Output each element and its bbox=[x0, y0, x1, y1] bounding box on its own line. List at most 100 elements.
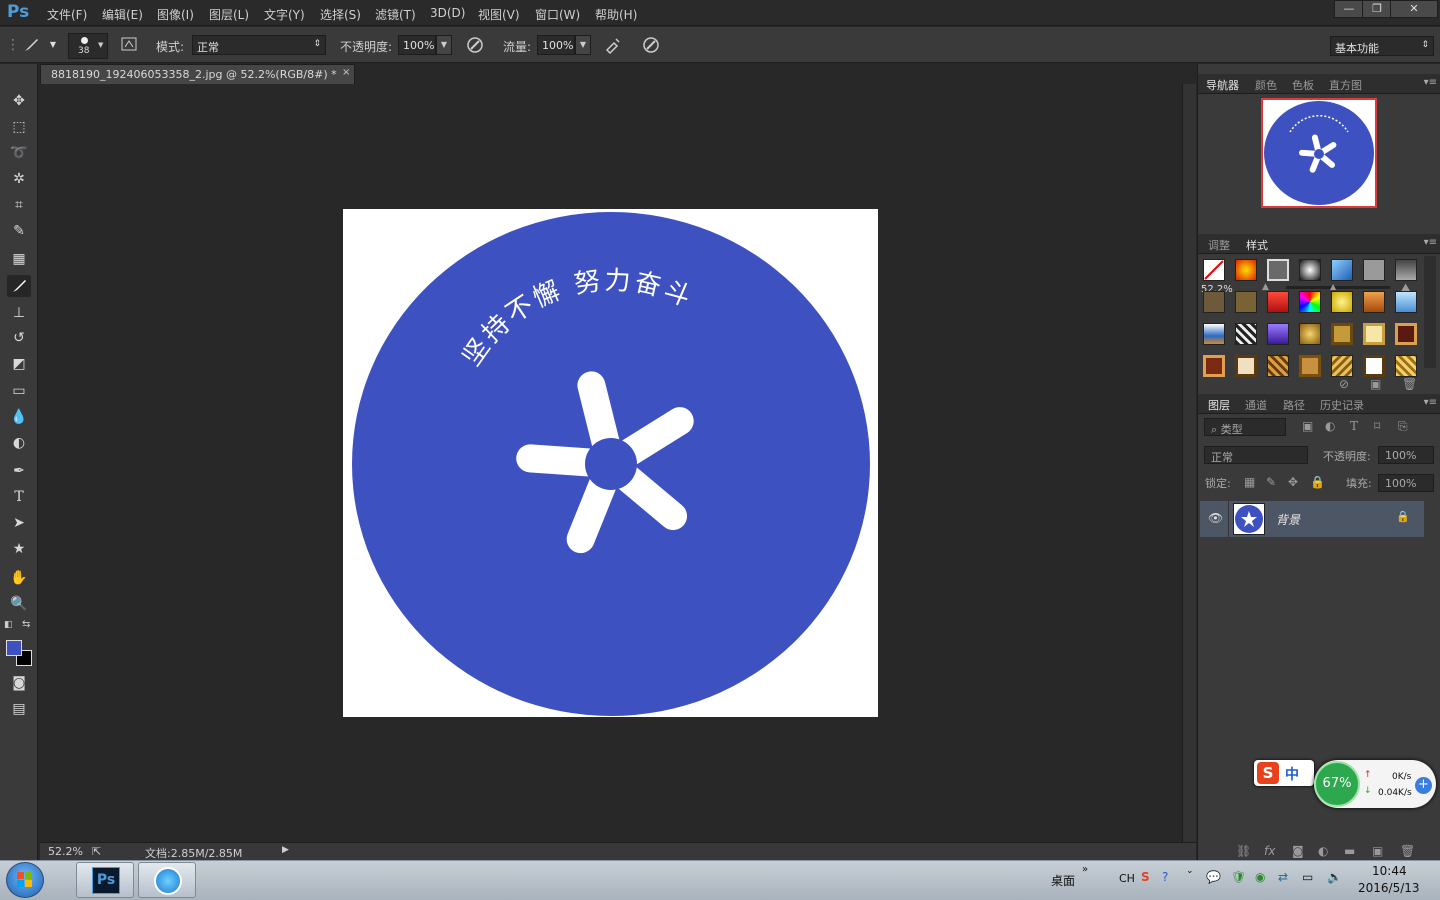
lock-transparency-icon[interactable]: ▦ bbox=[1244, 475, 1255, 489]
dodge-tool-icon[interactable]: ◐ bbox=[7, 432, 31, 454]
volume-tray-icon[interactable]: 🔈 bbox=[1327, 870, 1342, 884]
menu-window[interactable]: 窗口(W) bbox=[535, 6, 580, 23]
menu-file[interactable]: 文件(F) bbox=[47, 6, 87, 23]
type-tool-icon[interactable]: T bbox=[7, 486, 31, 508]
eyedropper-tool-icon[interactable]: ✎ bbox=[7, 220, 31, 242]
default-colors-icon[interactable]: ◧ bbox=[4, 620, 13, 630]
filter-smart-object-icon[interactable]: ⎘ bbox=[1398, 419, 1408, 434]
lock-position-icon[interactable]: ✥ bbox=[1288, 475, 1298, 489]
style-swatch[interactable] bbox=[1235, 291, 1257, 313]
style-swatch[interactable] bbox=[1363, 291, 1385, 313]
opacity-dropdown-icon[interactable]: ▼ bbox=[436, 35, 452, 55]
lock-pixels-icon[interactable]: ✎ bbox=[1266, 475, 1276, 489]
clone-stamp-tool-icon[interactable]: ⊥ bbox=[7, 302, 31, 324]
style-swatch[interactable] bbox=[1331, 259, 1353, 281]
style-swatch[interactable] bbox=[1203, 291, 1225, 313]
desktop-toolbar-label[interactable]: 桌面 bbox=[1051, 872, 1075, 889]
menu-edit[interactable]: 编辑(E) bbox=[102, 6, 143, 23]
layer-style-icon[interactable]: fx bbox=[1264, 844, 1275, 858]
document-image[interactable]: 坚持不懈 努力奋斗 bbox=[343, 209, 878, 717]
crop-tool-icon[interactable]: ⌗ bbox=[7, 194, 31, 216]
style-swatch[interactable] bbox=[1331, 355, 1353, 377]
brush-tool-icon[interactable] bbox=[22, 36, 40, 54]
network-tray-icon[interactable]: ⇄ bbox=[1278, 870, 1288, 884]
new-style-icon[interactable]: ▣ bbox=[1370, 377, 1381, 391]
blur-tool-icon[interactable]: 💧 bbox=[7, 406, 31, 428]
foreground-color-swatch[interactable] bbox=[6, 640, 22, 656]
navigator-thumbnail[interactable] bbox=[1261, 98, 1377, 208]
workspace-select[interactable]: 基本功能 ⇕ bbox=[1330, 36, 1434, 56]
style-swatch-none[interactable] bbox=[1203, 259, 1225, 281]
menu-3d[interactable]: 3D(D) bbox=[430, 6, 465, 20]
menu-image[interactable]: 图像(I) bbox=[157, 6, 194, 23]
menu-filter[interactable]: 滤镜(T) bbox=[375, 6, 416, 23]
tab-swatches[interactable]: 色板 bbox=[1292, 77, 1314, 93]
style-swatch[interactable] bbox=[1363, 355, 1385, 377]
add-mask-icon[interactable]: ◙ bbox=[1292, 844, 1304, 858]
zoom-tool-icon[interactable]: 🔍 bbox=[7, 593, 31, 615]
export-icon[interactable]: ⇱ bbox=[92, 845, 101, 858]
layer-name[interactable]: 背景 bbox=[1276, 511, 1300, 528]
custom-shape-tool-icon[interactable]: ★ bbox=[7, 538, 31, 560]
brush-tool-icon[interactable] bbox=[7, 275, 31, 297]
tool-preset-dropdown-icon[interactable]: ▼ bbox=[44, 36, 62, 54]
taskbar-browser[interactable] bbox=[138, 862, 196, 898]
pen-tool-icon[interactable]: ✒ bbox=[7, 460, 31, 482]
style-swatch[interactable] bbox=[1395, 259, 1417, 281]
style-swatch[interactable] bbox=[1299, 259, 1321, 281]
mode-select[interactable]: 正常 ⇕ bbox=[192, 35, 326, 55]
clear-style-icon[interactable]: ⊘ bbox=[1339, 377, 1349, 391]
eye-visibility-icon[interactable]: 👁 bbox=[1208, 511, 1223, 525]
pressure-opacity-icon[interactable] bbox=[466, 36, 484, 54]
screen-mode-icon[interactable]: ▤ bbox=[7, 698, 31, 720]
filter-adjustment-icon[interactable]: ◐ bbox=[1325, 419, 1335, 433]
clock-time[interactable]: 10:44 bbox=[1372, 864, 1407, 878]
menu-type[interactable]: 文字(Y) bbox=[264, 6, 305, 23]
tab-navigator[interactable]: 导航器 bbox=[1206, 77, 1239, 93]
status-zoom[interactable]: 52.2% bbox=[48, 845, 83, 858]
style-swatch[interactable] bbox=[1299, 323, 1321, 345]
delete-layer-icon[interactable]: 🗑 bbox=[1400, 844, 1415, 858]
style-swatch[interactable] bbox=[1267, 355, 1289, 377]
canvas-scrollbar[interactable] bbox=[1182, 84, 1196, 842]
flow-dropdown-icon[interactable]: ▼ bbox=[575, 35, 591, 55]
toolbar-expand-icon[interactable]: » bbox=[1082, 864, 1088, 875]
style-swatch[interactable] bbox=[1267, 323, 1289, 345]
clock-date[interactable]: 2016/5/13 bbox=[1358, 881, 1420, 895]
chat-tray-icon[interactable]: 💬 bbox=[1206, 870, 1221, 884]
ime-mode[interactable]: 中 bbox=[1285, 764, 1299, 784]
style-swatch[interactable] bbox=[1203, 355, 1225, 377]
help-tray-icon[interactable]: ? bbox=[1162, 870, 1168, 884]
add-icon[interactable]: + bbox=[1415, 777, 1432, 794]
airbrush-icon[interactable] bbox=[604, 36, 622, 55]
layer-opacity-input[interactable]: 100% bbox=[1378, 446, 1434, 464]
panel-menu-icon[interactable]: ▾≡ bbox=[1424, 77, 1437, 88]
filter-type-icon[interactable]: T bbox=[1350, 419, 1358, 433]
style-swatch[interactable] bbox=[1363, 323, 1385, 345]
start-button[interactable] bbox=[6, 862, 44, 898]
tab-layers[interactable]: 图层 bbox=[1208, 397, 1230, 413]
styles-scrollbar[interactable] bbox=[1424, 256, 1436, 368]
lock-all-icon[interactable]: 🔒 bbox=[1310, 475, 1325, 489]
taskbar-photoshop[interactable]: Ps bbox=[76, 862, 134, 898]
filter-pixel-icon[interactable]: ▣ bbox=[1302, 419, 1313, 433]
flow-input[interactable]: 100% bbox=[537, 35, 575, 55]
menu-help[interactable]: 帮助(H) bbox=[595, 6, 637, 23]
style-swatch[interactable] bbox=[1235, 323, 1257, 345]
style-swatch[interactable] bbox=[1235, 259, 1257, 281]
panel-menu-icon[interactable]: ▾≡ bbox=[1424, 397, 1437, 408]
menu-select[interactable]: 选择(S) bbox=[320, 6, 361, 23]
tab-adjustments[interactable]: 调整 bbox=[1208, 237, 1230, 253]
ime-toolbar[interactable]: S 中 bbox=[1254, 760, 1314, 786]
layer-filter-select[interactable]: ⌕ 类型 bbox=[1204, 418, 1286, 436]
blend-mode-select[interactable]: 正常 bbox=[1204, 446, 1308, 464]
eraser-tool-icon[interactable]: ◩ bbox=[7, 353, 31, 375]
style-swatch[interactable] bbox=[1299, 355, 1321, 377]
tray-app-icon[interactable]: ◉ bbox=[1255, 870, 1265, 884]
ime-options-icon[interactable]: ⌄ bbox=[1186, 866, 1194, 876]
style-swatch[interactable] bbox=[1331, 291, 1353, 313]
hand-tool-icon[interactable]: ✋ bbox=[7, 567, 31, 589]
link-layers-icon[interactable]: ⛓ bbox=[1236, 844, 1251, 858]
tab-channels[interactable]: 通道 bbox=[1245, 397, 1267, 413]
brush-panel-toggle-icon[interactable] bbox=[120, 36, 138, 54]
